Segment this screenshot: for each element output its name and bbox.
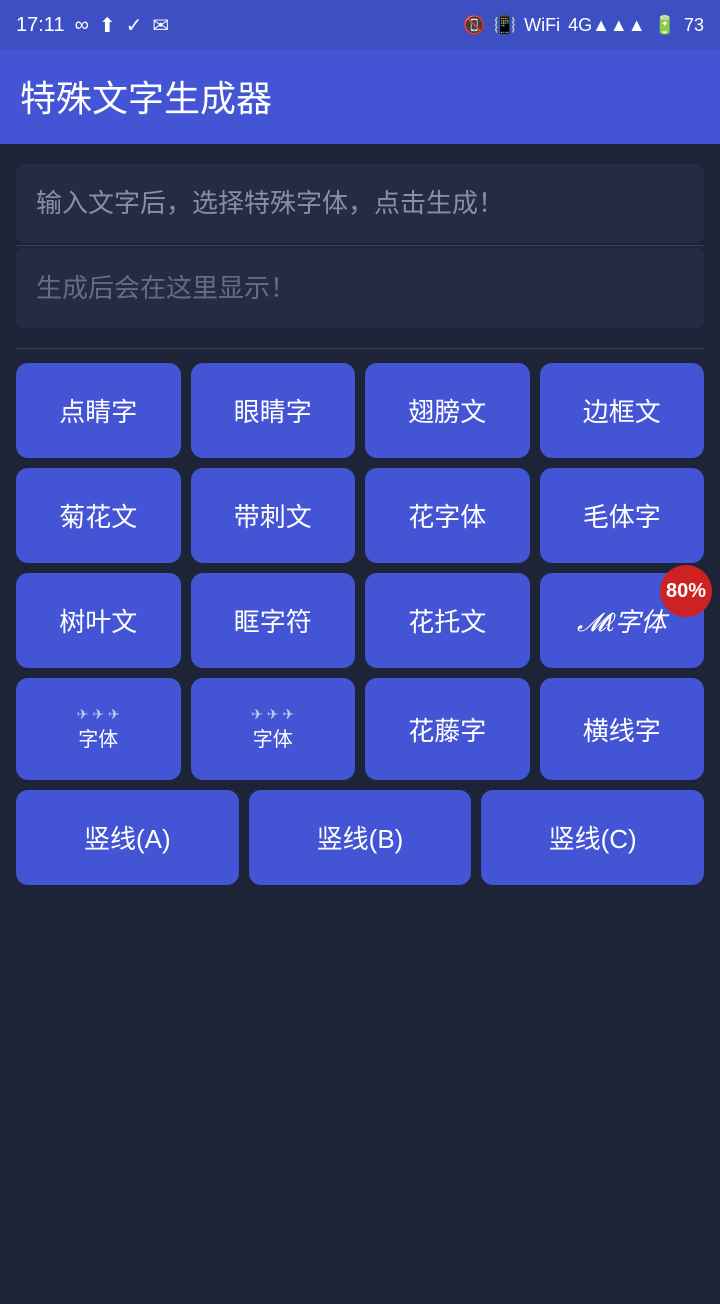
btn-kuang[interactable]: 眶字符	[191, 573, 356, 668]
btn-daici[interactable]: 带刺文	[191, 468, 356, 563]
battery-level: 73	[684, 15, 704, 36]
status-right: 📵 📳 WiFi 4G▲▲▲ 🔋 73	[463, 15, 704, 36]
divider-1	[16, 245, 704, 246]
output-area: 生成后会在这里显示！	[16, 248, 704, 328]
infinity-icon: ∞	[75, 14, 89, 37]
upload-icon: ⬆	[99, 13, 116, 38]
status-bar: 17:11 ∞ ⬆ ✓ ✉ 📵 📳 WiFi 4G▲▲▲ 🔋 73	[0, 0, 720, 50]
app-title: 特殊文字生成器	[20, 70, 700, 122]
main-content: 输入文字后，选择特殊字体，点击生成！ 生成后会在这里显示！ 点睛字 眼睛字 翅膀…	[0, 144, 720, 1304]
btn-huazi[interactable]: 花字体	[365, 468, 530, 563]
battery-icon: 🔋	[654, 15, 676, 36]
wifi-icon: WiFi	[524, 15, 560, 36]
phone-icon: 📵	[463, 15, 485, 36]
button-row-4: ✈ ✈ ✈ 字体 ✈ ✈ ✈ 字体 花藤字 横线字	[16, 678, 704, 780]
output-placeholder: 生成后会在这里显示！	[36, 268, 684, 305]
btn-ml[interactable]: 80% 𝓜ℓ字体	[540, 573, 705, 668]
title-bar: 特殊文字生成器	[0, 50, 720, 144]
signal-icon: 4G▲▲▲	[568, 15, 645, 36]
btn-shuye[interactable]: 树叶文	[16, 573, 181, 668]
btn-biankuang[interactable]: 边框文	[540, 363, 705, 458]
input-area[interactable]: 输入文字后，选择特殊字体，点击生成！	[16, 164, 704, 243]
btn-dianji[interactable]: 点睛字	[16, 363, 181, 458]
btn-juhua[interactable]: 菊花文	[16, 468, 181, 563]
button-row-3: 树叶文 眶字符 花托文 80% 𝓜ℓ字体	[16, 573, 704, 668]
mail-icon: ✉	[152, 13, 169, 38]
btn-shuxianB[interactable]: 竖线(B)	[249, 790, 472, 885]
btn-shuxianA[interactable]: 竖线(A)	[16, 790, 239, 885]
badge: 80%	[660, 565, 712, 617]
btn-plane2[interactable]: ✈ ✈ ✈ 字体	[191, 678, 356, 780]
btn-maoti[interactable]: 毛体字	[540, 468, 705, 563]
btn-huateng[interactable]: 花藤字	[365, 678, 530, 780]
button-row-1: 点睛字 眼睛字 翅膀文 边框文	[16, 363, 704, 458]
vibrate-icon: 📳	[494, 15, 516, 36]
btn-shuxianC[interactable]: 竖线(C)	[481, 790, 704, 885]
btn-chibang[interactable]: 翅膀文	[365, 363, 530, 458]
status-left: 17:11 ∞ ⬆ ✓ ✉	[16, 13, 169, 38]
input-placeholder[interactable]: 输入文字后，选择特殊字体，点击生成！	[36, 184, 684, 223]
check-icon: ✓	[126, 13, 143, 38]
btn-hengxian[interactable]: 横线字	[540, 678, 705, 780]
button-row-5: 竖线(A) 竖线(B) 竖线(C)	[16, 790, 704, 885]
button-row-2: 菊花文 带刺文 花字体 毛体字	[16, 468, 704, 563]
time-display: 17:11	[16, 14, 65, 37]
btn-huatuo[interactable]: 花托文	[365, 573, 530, 668]
btn-plane1[interactable]: ✈ ✈ ✈ 字体	[16, 678, 181, 780]
btn-yanjing[interactable]: 眼睛字	[191, 363, 356, 458]
